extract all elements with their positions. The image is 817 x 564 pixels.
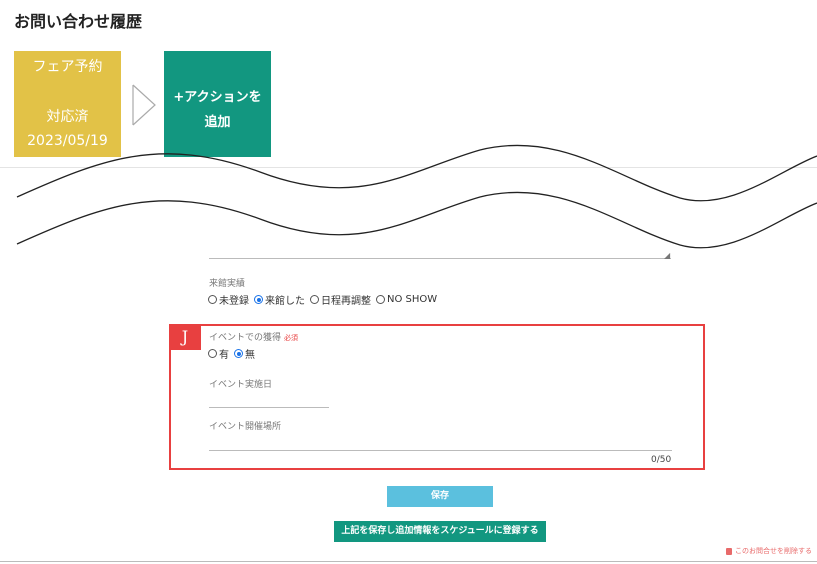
divider (0, 561, 817, 562)
resize-grip-icon[interactable]: ◢ (664, 251, 670, 260)
visit-radio-group: 未登録 来館した 日程再調整 NO SHOW (208, 292, 442, 307)
radio-checked-icon[interactable] (254, 295, 263, 304)
visit-option-no-show[interactable]: NO SHOW (376, 294, 437, 305)
radio-checked-icon[interactable] (234, 349, 243, 358)
visit-option-reschedule[interactable]: 日程再調整 (310, 292, 371, 307)
radio-icon[interactable] (376, 295, 385, 304)
visit-option-unregistered[interactable]: 未登録 (208, 292, 249, 307)
add-action-label-2: 追加 (204, 115, 231, 130)
required-badge: 必須 (284, 334, 299, 342)
event-date-input[interactable] (209, 407, 329, 408)
chevron-right-outline-icon (132, 84, 156, 126)
radio-icon[interactable] (208, 295, 217, 304)
event-place-input[interactable] (209, 450, 672, 451)
radio-icon[interactable] (310, 295, 319, 304)
save-button[interactable]: 保存 (387, 486, 493, 507)
char-counter: 0/50 (651, 455, 672, 465)
save-and-schedule-button[interactable]: 上記を保存し追加情報をスケジュールに登録する (334, 521, 546, 542)
event-acquired-no[interactable]: 無 (234, 346, 255, 361)
radio-icon[interactable] (208, 349, 217, 358)
event-date-label: イベント実施日 (209, 380, 273, 390)
event-acquired-yes[interactable]: 有 (208, 346, 229, 361)
trash-icon (726, 547, 732, 555)
fair-card-status: 対応済 (46, 109, 89, 125)
textarea-bottom-border (209, 258, 671, 259)
delete-inquiry-link[interactable]: このお問合せを削除する (726, 546, 812, 556)
add-action-label: +アクションを (173, 90, 262, 105)
event-acquired-radio-group: 有 無 (208, 346, 260, 361)
visit-option-visited[interactable]: 来館した (254, 292, 305, 307)
fair-card-type: フェア予約 (32, 59, 103, 75)
content-break-waves (0, 144, 817, 249)
page-title: お問い合わせ履歴 (14, 12, 143, 31)
highlight-tag: J (169, 324, 201, 350)
event-place-label: イベント開催場所 (209, 422, 282, 432)
event-acquired-label: イベントでの獲得 必須 (209, 333, 299, 343)
visit-label: 来館実績 (209, 279, 246, 289)
